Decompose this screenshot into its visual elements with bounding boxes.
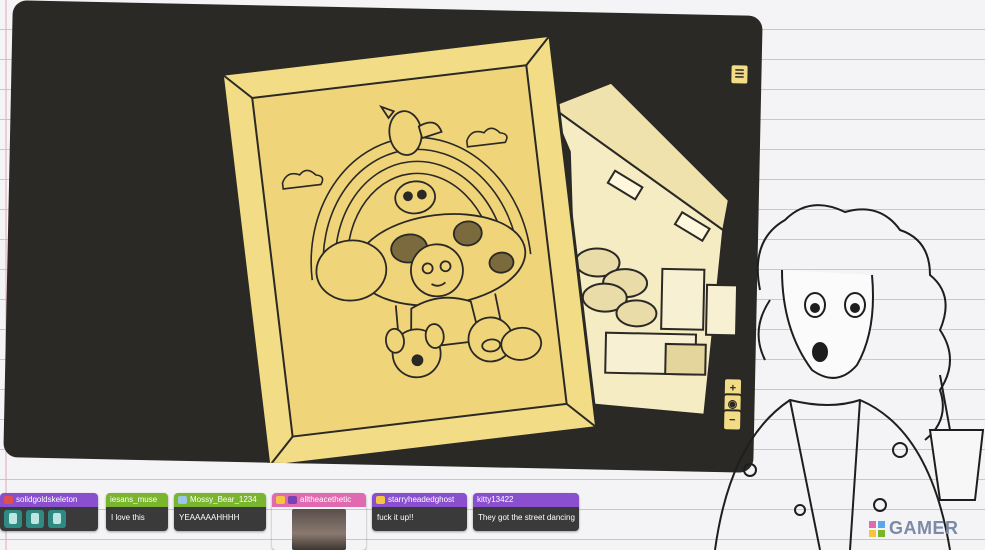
chat-username: kitty13422 xyxy=(477,495,514,504)
chat-message: iesans_muse I love this xyxy=(106,493,168,531)
chat-text: fuck it up!! xyxy=(372,507,467,531)
chat-username: starryheadedghost xyxy=(388,495,455,504)
star-badge-icon xyxy=(376,496,385,504)
gamer-watermark: GAMER xyxy=(868,518,959,539)
emote-icon xyxy=(48,510,66,528)
chat-username-bar: solidgoldskeleton xyxy=(0,493,98,507)
chat-text: They got the street dancing xyxy=(473,507,579,531)
chat-emotes xyxy=(0,507,98,531)
chat-username-bar: alltheacethetic xyxy=(272,493,366,507)
chat-username-bar: Mossy_Bear_1234 xyxy=(174,493,266,507)
streamer-avatar xyxy=(714,204,985,550)
chat-message: Mossy_Bear_1234 YEAAAAAHHHH xyxy=(174,493,266,531)
bits-badge-icon xyxy=(178,496,187,504)
emote-icon xyxy=(4,510,22,528)
chat-image xyxy=(292,509,346,550)
badge-icon xyxy=(276,496,285,504)
watermark-text: GAMER xyxy=(889,518,959,538)
chat-username-bar: iesans_muse xyxy=(106,493,168,507)
chat-username: Mossy_Bear_1234 xyxy=(190,495,257,504)
chat-username: solidgoldskeleton xyxy=(16,495,78,504)
chat-username: iesans_muse xyxy=(110,495,158,504)
chat-message: alltheacethetic xyxy=(272,493,366,550)
chat-text: YEAAAAAHHHH xyxy=(174,507,266,531)
subscriber-badge-icon xyxy=(4,496,13,504)
chat-message: starryheadedghost fuck it up!! xyxy=(372,493,467,531)
chat-username-bar: kitty13422 xyxy=(473,493,579,507)
chat-username-bar: starryheadedghost xyxy=(372,493,467,507)
gamer-logo-icon xyxy=(869,520,885,537)
chat-username: alltheacethetic xyxy=(300,495,352,504)
chat-text: I love this xyxy=(106,507,168,531)
badge-icon xyxy=(288,496,297,504)
emote-icon xyxy=(26,510,44,528)
chat-message: kitty13422 They got the street dancing xyxy=(473,493,579,531)
chat-message: solidgoldskeleton xyxy=(0,493,98,531)
